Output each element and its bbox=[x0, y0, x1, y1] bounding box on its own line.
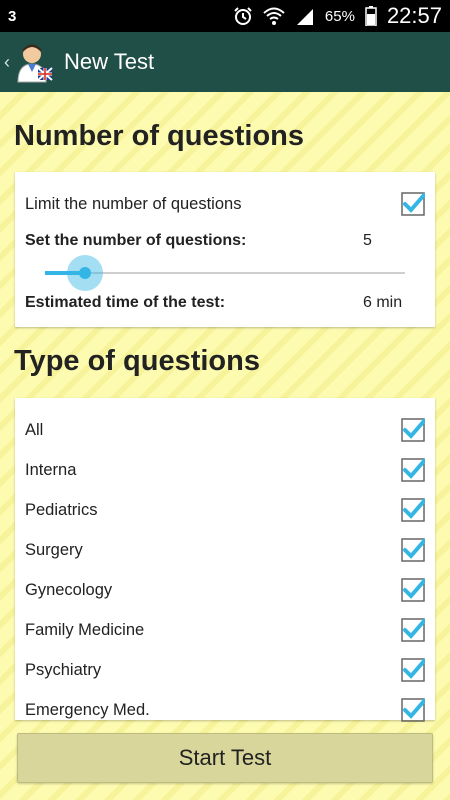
set-number-row: Set the number of questions: 5 bbox=[25, 232, 425, 250]
question-type-checkbox[interactable] bbox=[401, 538, 425, 562]
question-type-label: Psychiatry bbox=[25, 660, 102, 679]
question-type-label: All bbox=[25, 420, 44, 439]
limit-checkbox[interactable] bbox=[401, 192, 425, 216]
estimated-time-row: Estimated time of the test: 6 min bbox=[25, 294, 425, 312]
alarm-icon bbox=[233, 6, 253, 26]
question-type-checkbox[interactable] bbox=[401, 458, 425, 482]
question-type-label: Gynecology bbox=[25, 580, 113, 599]
clock: 22:57 bbox=[386, 3, 442, 28]
set-number-label: Set the number of questions: bbox=[25, 232, 247, 249]
question-type-row[interactable]: All bbox=[25, 418, 425, 442]
question-type-label: Interna bbox=[25, 460, 77, 479]
question-type-label: Emergency Med. bbox=[25, 700, 150, 719]
limit-row[interactable]: Limit the number of questions bbox=[25, 192, 425, 216]
status-bar: 3 65% 22:57 bbox=[0, 0, 450, 32]
wifi-icon bbox=[263, 6, 285, 26]
question-type-row[interactable]: Interna bbox=[25, 458, 425, 482]
estimated-time-value: 6 min bbox=[363, 294, 403, 311]
question-type-row[interactable]: Family Medicine bbox=[25, 618, 425, 642]
number-section-title: Number of questions bbox=[14, 120, 305, 152]
notification-count: 3 bbox=[8, 7, 17, 25]
limit-label: Limit the number of questions bbox=[25, 194, 242, 213]
question-type-row[interactable]: Emergency Med. bbox=[25, 698, 425, 722]
signal-icon bbox=[295, 7, 315, 25]
start-test-button[interactable]: Start Test bbox=[17, 733, 433, 783]
estimated-time-label: Estimated time of the test: bbox=[25, 294, 226, 311]
app-logo-icon[interactable] bbox=[12, 40, 56, 84]
question-type-row[interactable]: Pediatrics bbox=[25, 498, 425, 522]
question-type-checkbox[interactable] bbox=[401, 578, 425, 602]
page-title: New Test bbox=[64, 49, 155, 74]
set-number-value: 5 bbox=[363, 232, 372, 249]
question-type-label: Surgery bbox=[25, 540, 83, 559]
question-type-checkbox[interactable] bbox=[401, 498, 425, 522]
back-chevron-icon[interactable]: ‹ bbox=[4, 52, 10, 73]
question-types-card: All Interna Pediatrics Surgery Gynecology Fam… bbox=[15, 398, 435, 722]
question-type-checkbox[interactable] bbox=[401, 618, 425, 642]
question-type-label: Family Medicine bbox=[25, 620, 145, 639]
question-type-label: Pediatrics bbox=[25, 500, 98, 519]
slider-thumb[interactable] bbox=[78, 267, 91, 279]
question-type-row[interactable]: Surgery bbox=[25, 538, 425, 562]
question-type-row[interactable]: Gynecology bbox=[25, 578, 425, 602]
content-area: Number of questions Limit the number of … bbox=[0, 92, 450, 800]
number-settings-card: Limit the number of questions Set the nu… bbox=[15, 172, 435, 327]
question-count-slider[interactable] bbox=[45, 255, 405, 291]
question-type-checkbox[interactable] bbox=[401, 658, 425, 682]
question-type-row[interactable]: Psychiatry bbox=[25, 658, 425, 682]
question-type-checkbox[interactable] bbox=[401, 698, 425, 722]
battery-percent: 65% bbox=[324, 7, 355, 25]
type-section-title: Type of questions bbox=[14, 345, 260, 377]
action-bar: ‹ New Test bbox=[0, 32, 450, 92]
question-type-checkbox[interactable] bbox=[401, 418, 425, 442]
battery-icon bbox=[365, 6, 377, 26]
